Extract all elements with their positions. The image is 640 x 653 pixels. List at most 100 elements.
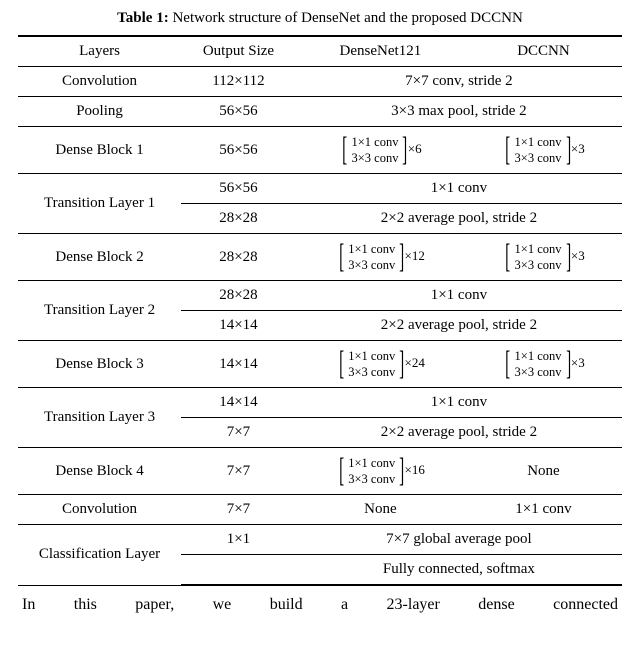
- cell-layer: Dense Block 2: [18, 234, 181, 281]
- header-layers: Layers: [18, 36, 181, 67]
- conv-line: 1×1 conv: [348, 348, 395, 364]
- open-bracket-icon: [: [505, 133, 510, 167]
- multiplier: ×3: [571, 248, 585, 264]
- cell-layer: Pooling: [18, 97, 181, 127]
- row-convolution: Convolution 112×112 7×7 conv, stride 2: [18, 67, 622, 97]
- cell-layer: Convolution: [18, 495, 181, 525]
- close-bracket-icon: ]: [399, 347, 404, 381]
- caption-label: Table 1:: [117, 10, 169, 26]
- conv-line: 3×3 conv: [515, 364, 562, 380]
- cell-size: 112×112: [181, 67, 296, 97]
- cell-size: 7×7: [181, 418, 296, 448]
- cell-detail: 2×2 average pool, stride 2: [296, 418, 622, 448]
- cell-size: 56×56: [181, 127, 296, 174]
- header-dccnn: DCCNN: [465, 36, 622, 67]
- cell-layer: Transition Layer 3: [18, 388, 181, 448]
- cell-densenet: [ 1×1 conv 3×3 conv ] ×6: [296, 127, 465, 174]
- cell-dccnn: [ 1×1 conv 3×3 conv ] ×3: [465, 234, 622, 281]
- multiplier: ×3: [571, 355, 585, 371]
- cell-detail: 2×2 average pool, stride 2: [296, 311, 622, 341]
- cell-detail: 7×7 conv, stride 2: [296, 67, 622, 97]
- cell-densenet: [ 1×1 conv 3×3 conv ] ×16: [296, 448, 465, 495]
- cell-size: 1×1: [181, 525, 296, 555]
- cell-layer: Transition Layer 2: [18, 281, 181, 341]
- close-bracket-icon: ]: [566, 347, 571, 381]
- close-bracket-icon: ]: [566, 240, 571, 274]
- cell-dccnn: [ 1×1 conv 3×3 conv ] ×3: [465, 341, 622, 388]
- cell-size: 56×56: [181, 174, 296, 204]
- cell-detail: 1×1 conv: [296, 174, 622, 204]
- table-caption: Table 1: Network structure of DenseNet a…: [18, 10, 622, 27]
- cell-dccnn: 1×1 conv: [465, 495, 622, 525]
- cell-layer: Classification Layer: [18, 525, 181, 586]
- network-structure-table: Layers Output Size DenseNet121 DCCNN Con…: [18, 35, 622, 586]
- close-bracket-icon: ]: [399, 240, 404, 274]
- open-bracket-icon: [: [505, 240, 510, 274]
- close-bracket-icon: ]: [566, 133, 571, 167]
- cell-layer: Dense Block 1: [18, 127, 181, 174]
- conv-line: 1×1 conv: [515, 348, 562, 364]
- open-bracket-icon: [: [505, 347, 510, 381]
- cell-size: 28×28: [181, 281, 296, 311]
- multiplier: ×16: [405, 462, 425, 478]
- open-bracket-icon: [: [339, 240, 344, 274]
- multiplier: ×24: [405, 355, 425, 371]
- conv-line: 3×3 conv: [515, 257, 562, 273]
- cell-size: 28×28: [181, 204, 296, 234]
- cell-detail: 7×7 global average pool: [296, 525, 622, 555]
- header-output-size: Output Size: [181, 36, 296, 67]
- row-classification-a: Classification Layer 1×1 7×7 global aver…: [18, 525, 622, 555]
- open-bracket-icon: [: [339, 454, 344, 488]
- caption-text: Network structure of DenseNet and the pr…: [169, 10, 523, 26]
- cell-densenet: [ 1×1 conv 3×3 conv ] ×12: [296, 234, 465, 281]
- table-header-row: Layers Output Size DenseNet121 DCCNN: [18, 36, 622, 67]
- cell-detail: 1×1 conv: [296, 281, 622, 311]
- multiplier: ×6: [408, 141, 422, 157]
- cell-size: [181, 555, 296, 586]
- row-transition-1a: Transition Layer 1 56×56 1×1 conv: [18, 174, 622, 204]
- conv-line: 3×3 conv: [351, 150, 398, 166]
- row-dense-block-2: Dense Block 2 28×28 [ 1×1 conv 3×3 conv …: [18, 234, 622, 281]
- cell-layer: Transition Layer 1: [18, 174, 181, 234]
- close-bracket-icon: ]: [403, 133, 408, 167]
- cell-detail: 2×2 average pool, stride 2: [296, 204, 622, 234]
- multiplier: ×12: [405, 248, 425, 264]
- row-transition-2a: Transition Layer 2 28×28 1×1 conv: [18, 281, 622, 311]
- cell-size: 7×7: [181, 448, 296, 495]
- cell-detail: 3×3 max pool, stride 2: [296, 97, 622, 127]
- cell-layer: Convolution: [18, 67, 181, 97]
- cell-size: 14×14: [181, 388, 296, 418]
- multiplier: ×3: [571, 141, 585, 157]
- cell-densenet: None: [296, 495, 465, 525]
- row-dense-block-3: Dense Block 3 14×14 [ 1×1 conv 3×3 conv …: [18, 341, 622, 388]
- cell-densenet: [ 1×1 conv 3×3 conv ] ×24: [296, 341, 465, 388]
- row-pooling: Pooling 56×56 3×3 max pool, stride 2: [18, 97, 622, 127]
- trailing-paragraph: In this paper, we build a 23-layer dense…: [18, 596, 622, 614]
- cell-size: 56×56: [181, 97, 296, 127]
- conv-line: 1×1 conv: [515, 134, 562, 150]
- row-convolution-2: Convolution 7×7 None 1×1 conv: [18, 495, 622, 525]
- cell-size: 14×14: [181, 311, 296, 341]
- cell-size: 7×7: [181, 495, 296, 525]
- cell-dccnn: [ 1×1 conv 3×3 conv ] ×3: [465, 127, 622, 174]
- cell-layer: Dense Block 3: [18, 341, 181, 388]
- cell-layer: Dense Block 4: [18, 448, 181, 495]
- header-densenet: DenseNet121: [296, 36, 465, 67]
- cell-size: 28×28: [181, 234, 296, 281]
- conv-line: 3×3 conv: [348, 364, 395, 380]
- conv-line: 1×1 conv: [348, 241, 395, 257]
- row-dense-block-1: Dense Block 1 56×56 [ 1×1 conv 3×3 conv …: [18, 127, 622, 174]
- row-dense-block-4: Dense Block 4 7×7 [ 1×1 conv 3×3 conv ] …: [18, 448, 622, 495]
- conv-line: 1×1 conv: [351, 134, 398, 150]
- row-transition-3a: Transition Layer 3 14×14 1×1 conv: [18, 388, 622, 418]
- cell-size: 14×14: [181, 341, 296, 388]
- conv-line: 1×1 conv: [515, 241, 562, 257]
- open-bracket-icon: [: [339, 347, 344, 381]
- conv-line: 3×3 conv: [515, 150, 562, 166]
- cell-detail: Fully connected, softmax: [296, 555, 622, 586]
- conv-line: 3×3 conv: [348, 471, 395, 487]
- open-bracket-icon: [: [342, 133, 347, 167]
- cell-dccnn: None: [465, 448, 622, 495]
- conv-line: 3×3 conv: [348, 257, 395, 273]
- conv-line: 1×1 conv: [348, 455, 395, 471]
